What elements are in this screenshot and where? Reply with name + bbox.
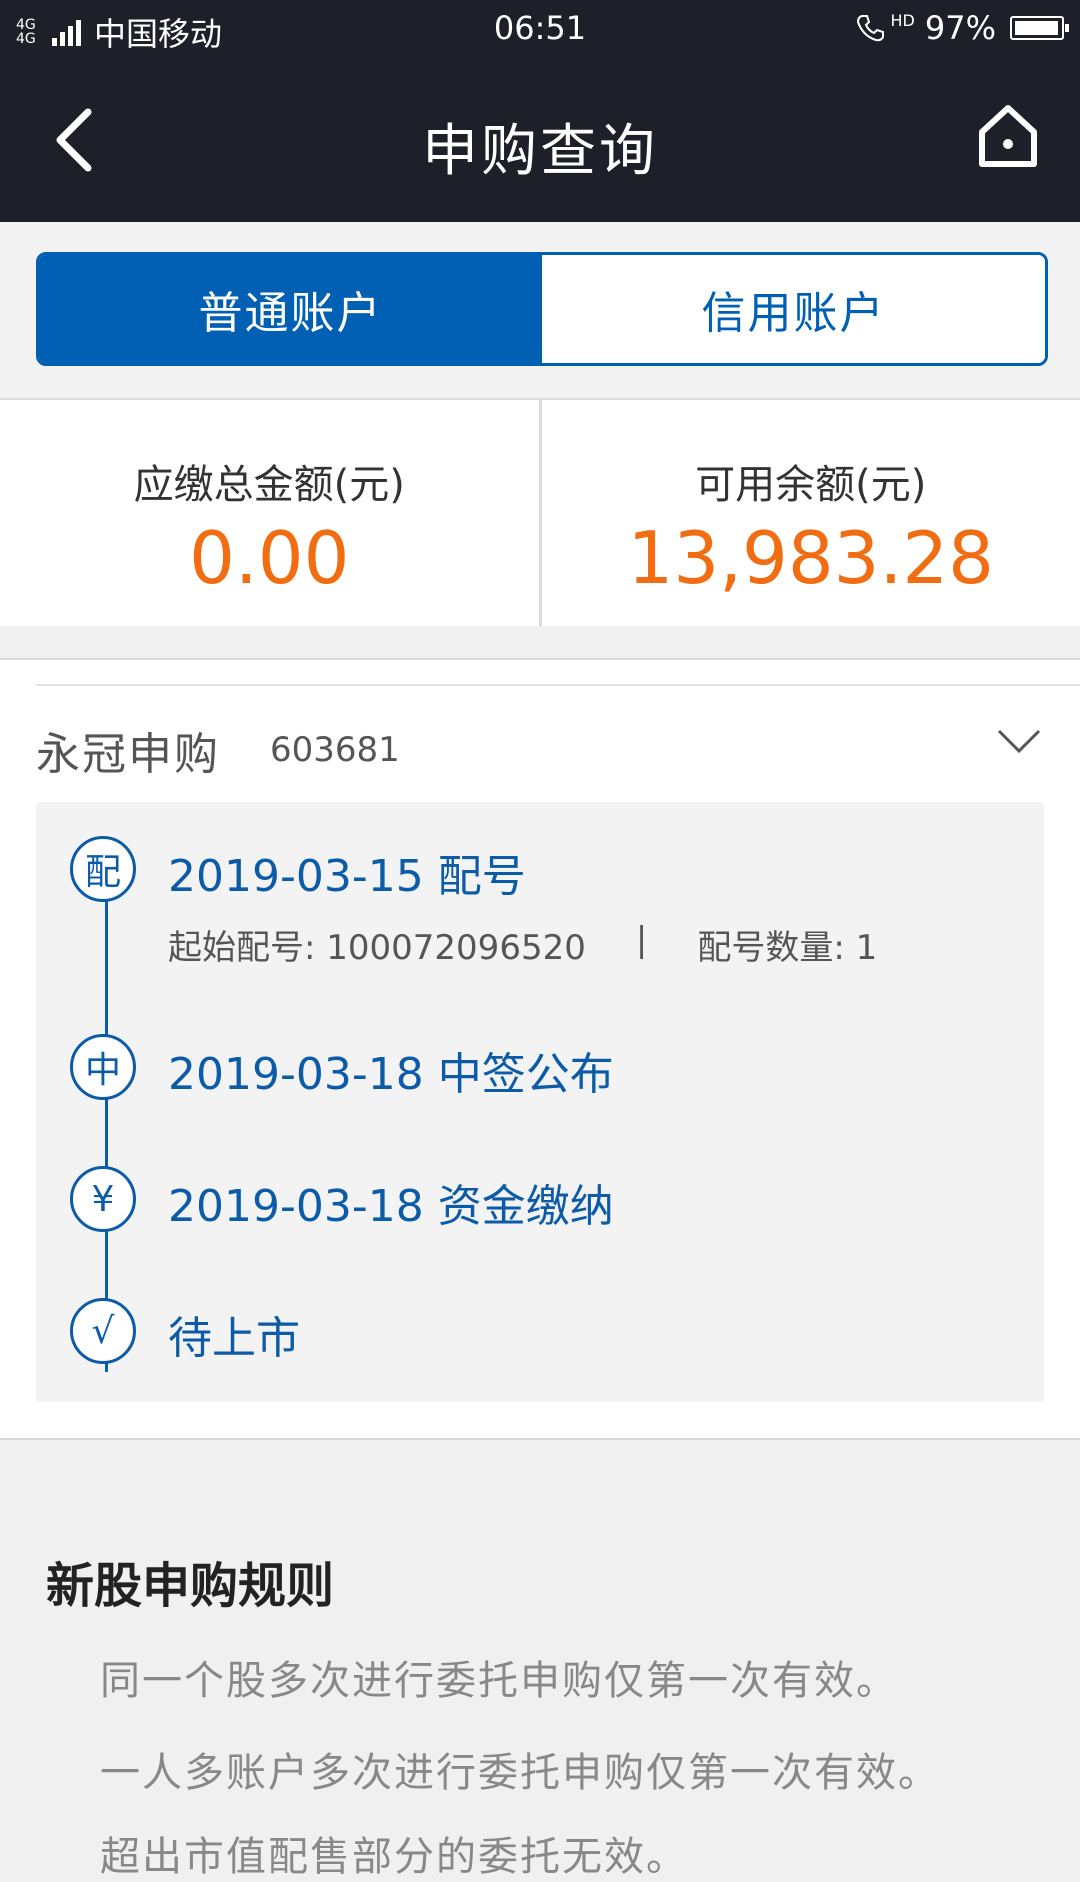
timeline-step-win: 2019-03-18 中签公布	[168, 1038, 614, 1102]
battery-icon	[1010, 16, 1064, 40]
tab-credit-account[interactable]: 信用账户	[542, 255, 1045, 363]
rule-item: 一人多账户多次进行委托申购仅第一次有效。	[100, 1740, 940, 1798]
available-balance-label: 可用余额(元)	[542, 452, 1080, 510]
allot-detail: 起始配号: 100072096520 | 配号数量: 1	[168, 920, 877, 969]
account-tabs: 普通账户 信用账户	[36, 252, 1048, 366]
divider	[36, 684, 1080, 686]
page-title: 申购查询	[0, 106, 1080, 187]
rule-item: 同一个股多次进行委托申购仅第一次有效。	[100, 1648, 898, 1706]
timeline-step-payment: 2019-03-18 资金缴纳	[168, 1170, 614, 1234]
subscription-timeline: 配 2019-03-15 配号 起始配号: 100072096520 | 配号数…	[36, 802, 1044, 1402]
due-amount-label: 应缴总金额(元)	[0, 452, 539, 510]
timeline-step-allot: 2019-03-15 配号	[168, 840, 526, 904]
home-icon[interactable]	[976, 104, 1040, 168]
badge-allot-icon: 配	[70, 836, 136, 902]
section-divider	[0, 626, 1080, 660]
hd-label: HD	[891, 13, 915, 29]
start-number: 起始配号: 100072096520	[168, 920, 586, 969]
battery-percent: 97%	[925, 9, 996, 47]
due-amount-value: 0.00	[0, 516, 539, 600]
status-right: HD 97%	[855, 9, 1064, 47]
subscription-card: 永冠申购 603681 配 2019-03-15 配号 起始配号: 100072…	[0, 660, 1080, 1441]
rule-item: 超出市值配售部分的委托无效。	[100, 1824, 688, 1882]
badge-listing-icon: √	[70, 1298, 136, 1364]
timeline-line	[105, 862, 108, 1372]
subscription-rules: 新股申购规则 同一个股多次进行委托申购仅第一次有效。 一人多账户多次进行委托申购…	[0, 1440, 1080, 1844]
due-amount-cell: 应缴总金额(元) 0.00	[0, 400, 539, 626]
rules-title: 新股申购规则	[46, 1546, 334, 1616]
stock-name[interactable]: 永冠申购	[36, 718, 220, 782]
chevron-down-icon[interactable]	[996, 726, 1042, 756]
detail-separator: |	[636, 920, 647, 969]
phone-icon	[855, 13, 885, 43]
available-balance-cell: 可用余额(元) 13,983.28	[539, 400, 1080, 626]
tab-normal-account[interactable]: 普通账户	[39, 255, 542, 363]
badge-payment-icon: ¥	[70, 1166, 136, 1232]
account-tabs-area: 普通账户 信用账户	[0, 222, 1080, 398]
timeline-step-listing: 待上市	[168, 1302, 300, 1366]
status-bar: 4G 4G 中国移动 06:51 HD 97%	[0, 0, 1080, 58]
amount-summary: 应缴总金额(元) 0.00 可用余额(元) 13,983.28	[0, 398, 1080, 628]
stock-code: 603681	[270, 730, 400, 770]
allot-count: 配号数量: 1	[697, 920, 877, 969]
available-balance-value: 13,983.28	[542, 516, 1080, 600]
nav-bar: 申购查询	[0, 58, 1080, 222]
badge-win-icon: 中	[70, 1034, 136, 1100]
